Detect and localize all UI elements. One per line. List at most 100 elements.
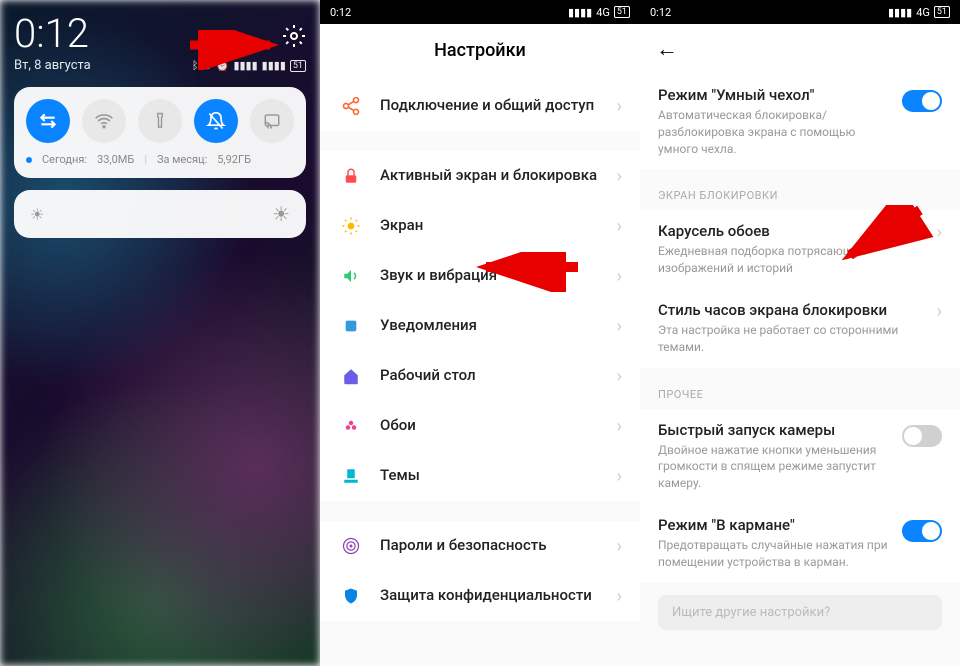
quick-camera-row: Быстрый запуск камеры Двойное нажатие кн… — [640, 409, 960, 504]
settings-item-label: Подключение и общий доступ — [380, 96, 617, 116]
settings-item-brush[interactable]: Темы› — [320, 451, 640, 501]
phone-lockscreen-settings: 0:12 ▮▮▮▮ 4G 51 ← Режим "Умный чехол" Ав… — [640, 0, 960, 666]
chevron-right-icon: › — [937, 222, 942, 243]
dot-icon — [26, 157, 32, 163]
alarm-icon: ⏰ — [216, 59, 230, 72]
carousel-sub: Ежедневная подборка потрясающих изображе… — [658, 243, 925, 277]
date-label: Вт, 8 августа — [14, 58, 91, 73]
usage-today-value: 33,0МБ — [97, 153, 134, 166]
chevron-right-icon: › — [617, 536, 622, 557]
network-label: 4G — [596, 6, 610, 19]
smart-cover-row: Режим "Умный чехол" Автоматическая блоки… — [640, 74, 960, 169]
settings-item-home[interactable]: Рабочий стол› — [320, 351, 640, 401]
settings-item-label: Обои — [380, 416, 617, 436]
settings-item-label: Звук и вибрация — [380, 266, 617, 286]
chevron-right-icon: › — [617, 586, 622, 607]
fingerprint-icon — [340, 535, 362, 557]
phone-settings-list: 0:12 ▮▮▮▮ 4G 51 Настройки Подключение и … — [320, 0, 640, 666]
sun-icon — [340, 215, 362, 237]
settings-item-lock[interactable]: Активный экран и блокировка› — [320, 151, 640, 201]
usage-month-value: 5,92ГБ — [217, 153, 251, 166]
signal-icon: ▮▮▮▮ — [568, 6, 592, 19]
lock-icon — [340, 165, 362, 187]
signal-icon: ▮▮▮▮ — [233, 59, 257, 72]
settings-item-label: Уведомления — [380, 316, 617, 336]
search-other-settings[interactable]: Ищите другие настройки? — [658, 595, 942, 630]
status-bar: 0:12 ▮▮▮▮ 4G 51 — [320, 0, 640, 24]
volume-icon — [340, 265, 362, 287]
notif-icon — [340, 315, 362, 337]
chevron-right-icon: › — [617, 366, 622, 387]
section-other: ПРОЧЕЕ — [640, 368, 960, 409]
data-usage-row[interactable]: Сегодня: 33,0МБ | За месяц: 5,92ГБ — [26, 153, 294, 166]
section-lockscreen: ЭКРАН БЛОКИРОВКИ — [640, 169, 960, 210]
usage-today-label: Сегодня: — [42, 153, 87, 166]
chevron-right-icon: › — [617, 166, 622, 187]
settings-item-volume[interactable]: Звук и вибрация› — [320, 251, 640, 301]
settings-item-label: Экран — [380, 216, 617, 236]
statusbar-time: 0:12 — [650, 6, 671, 19]
settings-item-label: Пароли и безопасность — [380, 536, 617, 556]
brightness-slider[interactable]: ☀ ☀ — [14, 190, 306, 238]
sun-small-icon: ☀ — [30, 205, 44, 224]
shield-icon — [340, 585, 362, 607]
smart-cover-sub: Автоматическая блокировка/разблокировка … — [658, 107, 890, 157]
chevron-right-icon: › — [617, 466, 622, 487]
clock-time: 0:12 — [14, 14, 89, 54]
chevron-right-icon: › — [937, 301, 942, 322]
settings-item-label: Защита конфиденциальности — [380, 586, 617, 606]
sun-large-icon: ☀ — [272, 202, 290, 226]
chevron-right-icon: › — [617, 216, 622, 237]
chevron-right-icon: › — [617, 266, 622, 287]
settings-item-share[interactable]: Подключение и общий доступ› — [320, 81, 640, 131]
chevron-right-icon: › — [617, 316, 622, 337]
quick-camera-title: Быстрый запуск камеры — [658, 421, 890, 439]
back-button[interactable]: ← — [640, 24, 960, 74]
smart-cover-switch[interactable] — [902, 90, 942, 112]
data-toggle[interactable] — [26, 99, 70, 143]
gear-icon[interactable] — [282, 24, 306, 48]
bluetooth-icon: ᛒ — [192, 59, 199, 72]
dnd-icon: ⊘ — [203, 59, 212, 72]
quick-camera-sub: Двойное нажатие кнопки уменьшения громко… — [658, 442, 890, 492]
pocket-switch[interactable] — [902, 520, 942, 542]
quick-toggles-card: Сегодня: 33,0МБ | За месяц: 5,92ГБ — [14, 87, 306, 178]
usage-month-label: За месяц: — [157, 153, 207, 166]
pocket-mode-row: Режим "В кармане" Предотвращать случайны… — [640, 504, 960, 583]
flashlight-toggle[interactable] — [138, 99, 182, 143]
wifi-toggle[interactable] — [82, 99, 126, 143]
settings-item-notif[interactable]: Уведомления› — [320, 301, 640, 351]
page-title: Настройки — [320, 24, 640, 81]
phone-notification-shade: 0:12 Вт, 8 августа ᛒ ⊘ ⏰ ▮▮▮▮ ▮▮▮▮ 51 — [0, 0, 320, 666]
status-icons: ᛒ ⊘ ⏰ ▮▮▮▮ ▮▮▮▮ 51 — [192, 59, 306, 72]
settings-item-fingerprint[interactable]: Пароли и безопасность› — [320, 521, 640, 571]
settings-item-flower[interactable]: Обои› — [320, 401, 640, 451]
chevron-right-icon: › — [617, 96, 622, 117]
clock-style-sub: Эта настройка не работает со сторонними … — [658, 322, 925, 356]
brush-icon — [340, 465, 362, 487]
status-bar: 0:12 ▮▮▮▮ 4G 51 — [640, 0, 960, 24]
signal-icon: ▮▮▮▮ — [262, 59, 286, 72]
share-icon — [340, 95, 362, 117]
settings-item-label: Темы — [380, 466, 617, 486]
carousel-title: Карусель обоев — [658, 222, 925, 240]
quick-camera-switch[interactable] — [902, 425, 942, 447]
cast-toggle[interactable] — [250, 99, 294, 143]
clock-style-title: Стиль часов экрана блокировки — [658, 301, 925, 319]
chevron-right-icon: › — [617, 416, 622, 437]
clock-style-row[interactable]: Стиль часов экрана блокировки Эта настро… — [640, 289, 960, 368]
wallpaper-carousel-row[interactable]: Карусель обоев Ежедневная подборка потря… — [640, 210, 960, 289]
settings-item-shield[interactable]: Защита конфиденциальности› — [320, 571, 640, 621]
network-label: 4G — [916, 6, 930, 19]
smart-cover-title: Режим "Умный чехол" — [658, 86, 890, 104]
battery-icon: 51 — [614, 6, 630, 18]
battery-icon: 51 — [934, 6, 950, 18]
settings-item-label: Рабочий стол — [380, 366, 617, 386]
dnd-toggle[interactable] — [194, 99, 238, 143]
pocket-title: Режим "В кармане" — [658, 516, 890, 534]
settings-item-sun[interactable]: Экран› — [320, 201, 640, 251]
battery-icon: 51 — [290, 60, 306, 72]
home-icon — [340, 365, 362, 387]
signal-icon: ▮▮▮▮ — [888, 6, 912, 19]
pocket-sub: Предотвращать случайные нажатия при поме… — [658, 537, 890, 571]
